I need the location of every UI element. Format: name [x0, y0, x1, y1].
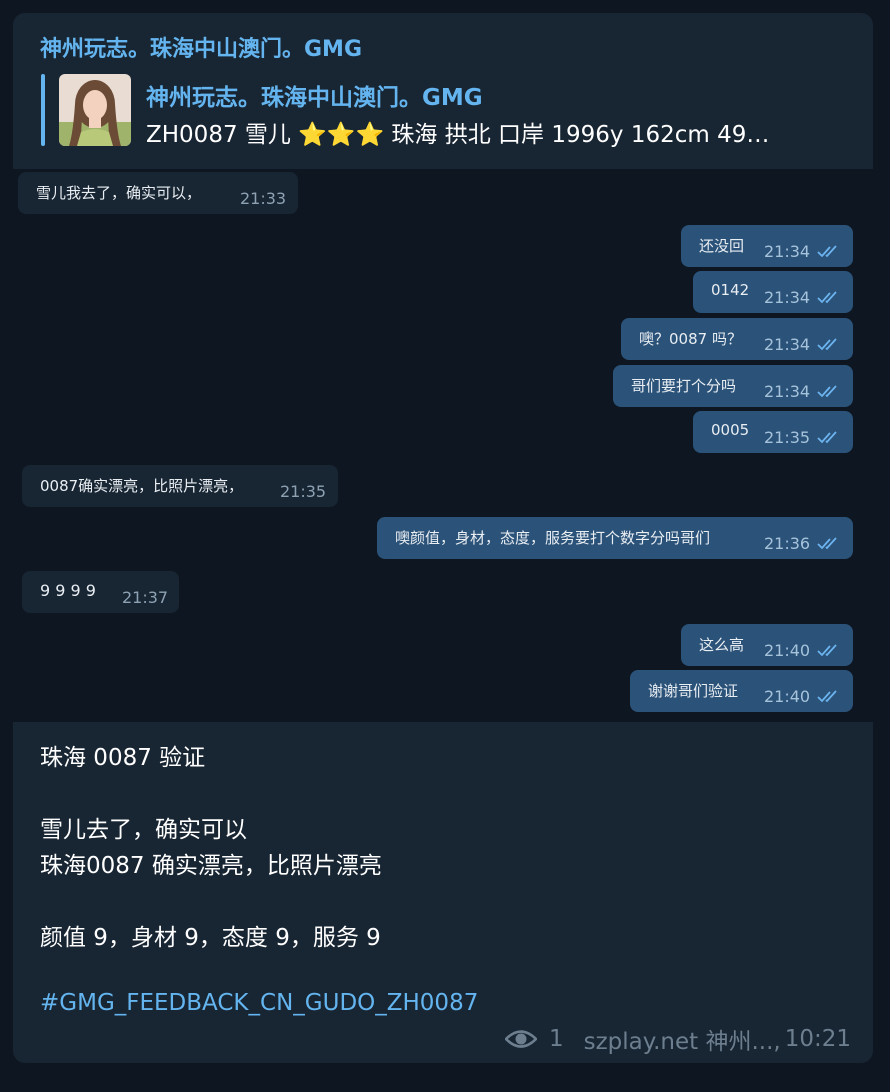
reply-text: ZH0087 雪儿 ⭐⭐⭐ 珠海 拱北 口岸 1996y 162cm 49… [146, 122, 770, 148]
message-time: 21:34 [764, 382, 811, 401]
double-check-icon [817, 537, 837, 550]
double-check-icon [817, 644, 837, 657]
message-bubble-outgoing: 哥们要打个分吗 21:34 [613, 365, 853, 407]
reply-title: 神州玩志。珠海中山澳门。GMG [146, 85, 483, 111]
post-line: 颜值 9，身材 9，态度 9，服务 9 [40, 925, 381, 951]
post-footer: 1 szplay.net 神州..., 10:21 [504, 1022, 851, 1056]
channel-title[interactable]: 神州玩志。珠海中山澳门。GMG [40, 31, 362, 63]
post-heading: 珠海 0087 验证 [40, 745, 206, 771]
post-header-card: 神州玩志。珠海中山澳门。GMG 神州玩志。珠海中山澳门。GMG ZH0087 雪… [13, 13, 873, 169]
message-bubble-incoming: 雪儿我去了，确实可以， 21:33 [18, 172, 298, 214]
message-text: 噢颜值，身材，态度，服务要打个数字分吗哥们 [395, 529, 711, 547]
post-time: 10:21 [784, 1026, 851, 1052]
message-time: 21:37 [122, 588, 169, 607]
message-text: 哥们要打个分吗 [631, 377, 737, 395]
message-bubble-outgoing: 0005 21:35 [693, 411, 853, 453]
message-bubble-outgoing: 还没回 21:34 [681, 225, 853, 267]
eye-icon [504, 1030, 537, 1048]
message-time: 21:33 [240, 189, 287, 208]
double-check-icon [817, 431, 837, 444]
message-bubble-outgoing: 噢颜值，身材，态度，服务要打个数字分吗哥们 21:36 [377, 517, 853, 559]
message-time: 21:40 [764, 687, 811, 706]
message-text: 还没回 [699, 237, 745, 255]
message-time: 21:36 [764, 534, 811, 553]
message-bubble-incoming: 9 9 9 9 21:37 [22, 571, 179, 613]
message-text: 雪儿我去了，确实可以， [36, 184, 202, 202]
double-check-icon [817, 291, 837, 304]
message-text: 这么高 [699, 636, 745, 654]
profile-photo-icon [59, 74, 131, 146]
double-check-icon [817, 690, 837, 703]
reply-thumbnail[interactable] [59, 74, 131, 146]
message-text: 0087确实漂亮，比照片漂亮， [40, 477, 244, 495]
message-bubble-incoming: 0087确实漂亮，比照片漂亮， 21:35 [22, 465, 338, 507]
message-time: 21:40 [764, 641, 811, 660]
message-text: 0005 [711, 421, 750, 439]
post-body-card: 珠海 0087 验证 雪儿去了，确实可以 珠海0087 确实漂亮，比照片漂亮 颜… [13, 722, 873, 1063]
message-bubble-outgoing: 谢谢哥们验证 21:40 [630, 670, 853, 712]
message-text: 噢？0087 吗？ [639, 330, 742, 348]
message-time: 21:35 [280, 482, 327, 501]
message-text: 0142 [711, 281, 750, 299]
message-time: 21:34 [764, 288, 811, 307]
post-line: 珠海0087 确实漂亮，比照片漂亮 [40, 853, 382, 879]
message-bubble-outgoing: 噢？0087 吗？ 21:34 [621, 318, 853, 360]
post-author: szplay.net 神州..., [583, 1029, 781, 1055]
message-time: 21:35 [764, 428, 811, 447]
reply-accent-bar [41, 74, 45, 146]
double-check-icon [817, 338, 837, 351]
view-count: 1 [548, 1026, 564, 1052]
message-bubble-outgoing: 这么高 21:40 [681, 624, 853, 666]
post-line: 雪儿去了，确实可以 [40, 817, 247, 843]
message-time: 21:34 [764, 242, 811, 261]
message-text: 谢谢哥们验证 [648, 682, 739, 700]
message-time: 21:34 [764, 335, 811, 354]
double-check-icon [817, 385, 837, 398]
hashtag-link[interactable]: #GMG_FEEDBACK_CN_GUDO_ZH0087 [40, 990, 478, 1016]
message-text: 9 9 9 9 [40, 581, 96, 600]
double-check-icon [817, 245, 837, 258]
message-bubble-outgoing: 0142 21:34 [693, 271, 853, 313]
